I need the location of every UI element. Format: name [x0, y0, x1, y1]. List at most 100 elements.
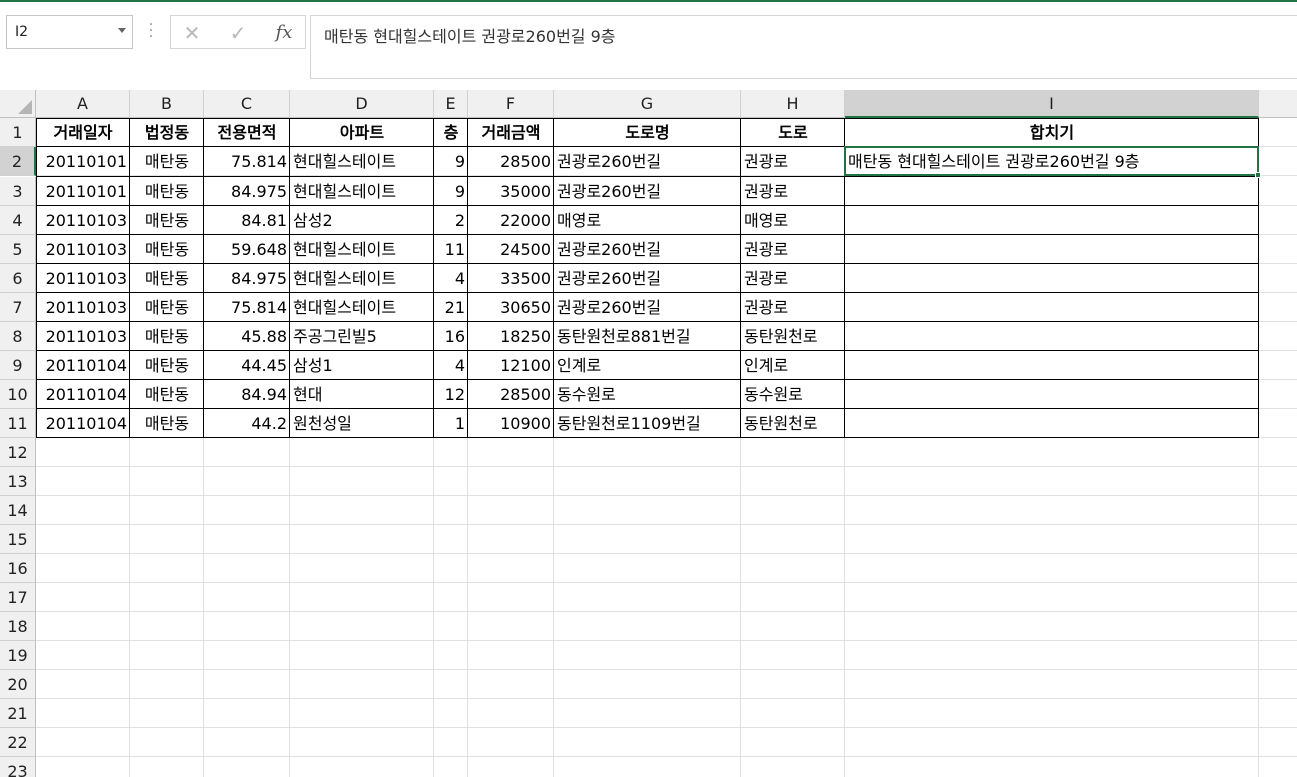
cell-d11[interactable]: 원천성일 — [290, 409, 434, 438]
cell-i6[interactable] — [845, 264, 1259, 293]
header-cell-a[interactable]: 거래일자 — [36, 118, 130, 147]
cell-c3[interactable]: 84.975 — [204, 177, 290, 206]
row-header-4[interactable]: 4 — [0, 206, 36, 235]
cell-area[interactable]: 거래일자 법정동 전용면적 아파트 층 거래금액 도로명 도로 합치기 20110101 매탄동 75… — [36, 118, 1297, 777]
cell-i10[interactable] — [845, 380, 1259, 409]
row-header-5[interactable]: 5 — [0, 235, 36, 264]
row-header-23[interactable]: 23 — [0, 757, 36, 777]
cell-h6[interactable]: 권광로 — [741, 264, 845, 293]
cell-c9[interactable]: 44.45 — [204, 351, 290, 380]
fill-handle[interactable] — [1255, 172, 1261, 178]
row-header-6[interactable]: 6 — [0, 264, 36, 293]
row-header-17[interactable]: 17 — [0, 583, 36, 612]
cell-i4[interactable] — [845, 206, 1259, 235]
cell-a7[interactable]: 20110103 — [36, 293, 130, 322]
row-header-3[interactable]: 3 — [0, 177, 36, 206]
cell-a6[interactable]: 20110103 — [36, 264, 130, 293]
header-cell-f[interactable]: 거래금액 — [468, 118, 554, 147]
cell-h9[interactable]: 인계로 — [741, 351, 845, 380]
cell-i9[interactable] — [845, 351, 1259, 380]
cell-c10[interactable]: 84.94 — [204, 380, 290, 409]
cell-b4[interactable]: 매탄동 — [130, 206, 204, 235]
cell-i8[interactable] — [845, 322, 1259, 351]
cell-h10[interactable]: 동수원로 — [741, 380, 845, 409]
cell-b3[interactable]: 매탄동 — [130, 177, 204, 206]
enter-check-icon[interactable]: ✓ — [223, 20, 253, 46]
cell-f7[interactable]: 30650 — [468, 293, 554, 322]
row-header-2[interactable]: 2 — [0, 147, 36, 176]
cell-a2[interactable]: 20110101 — [36, 147, 130, 176]
column-header-f[interactable]: F — [468, 90, 554, 118]
column-header-b[interactable]: B — [130, 90, 204, 118]
cell-a4[interactable]: 20110103 — [36, 206, 130, 235]
cell-e6[interactable]: 4 — [434, 264, 468, 293]
cell-h3[interactable]: 권광로 — [741, 177, 845, 206]
header-cell-c[interactable]: 전용면적 — [204, 118, 290, 147]
row-header-22[interactable]: 22 — [0, 728, 36, 757]
cell-d9[interactable]: 삼성1 — [290, 351, 434, 380]
row-header-15[interactable]: 15 — [0, 525, 36, 554]
cell-b10[interactable]: 매탄동 — [130, 380, 204, 409]
cell-i7[interactable] — [845, 293, 1259, 322]
cell-a9[interactable]: 20110104 — [36, 351, 130, 380]
cell-d5[interactable]: 현대힐스테이트 — [290, 235, 434, 264]
row-header-19[interactable]: 19 — [0, 641, 36, 670]
cell-d3[interactable]: 현대힐스테이트 — [290, 177, 434, 206]
cell-e9[interactable]: 4 — [434, 351, 468, 380]
header-cell-i[interactable]: 합치기 — [845, 118, 1259, 147]
cell-h4[interactable]: 매영로 — [741, 206, 845, 235]
chevron-down-icon[interactable] — [118, 28, 126, 33]
cell-c11[interactable]: 44.2 — [204, 409, 290, 438]
cell-f5[interactable]: 24500 — [468, 235, 554, 264]
cell-a8[interactable]: 20110103 — [36, 322, 130, 351]
row-header-1[interactable]: 1 — [0, 118, 36, 147]
cell-f2[interactable]: 28500 — [468, 147, 554, 176]
cell-f4[interactable]: 22000 — [468, 206, 554, 235]
cell-g6[interactable]: 권광로260번길 — [554, 264, 741, 293]
cell-a11[interactable]: 20110104 — [36, 409, 130, 438]
cell-i5[interactable] — [845, 235, 1259, 264]
cell-h7[interactable]: 권광로 — [741, 293, 845, 322]
cell-b6[interactable]: 매탄동 — [130, 264, 204, 293]
select-all-button[interactable] — [0, 90, 36, 118]
name-box[interactable]: I2 — [6, 15, 133, 49]
column-header-a[interactable]: A — [36, 90, 130, 118]
cell-f6[interactable]: 33500 — [468, 264, 554, 293]
column-header-i[interactable]: I — [845, 90, 1259, 118]
cell-b8[interactable]: 매탄동 — [130, 322, 204, 351]
cell-e3[interactable]: 9 — [434, 177, 468, 206]
cell-d2[interactable]: 현대힐스테이트 — [290, 147, 434, 176]
cell-f10[interactable]: 28500 — [468, 380, 554, 409]
cell-d6[interactable]: 현대힐스테이트 — [290, 264, 434, 293]
cell-e8[interactable]: 16 — [434, 322, 468, 351]
row-header-16[interactable]: 16 — [0, 554, 36, 583]
cell-c6[interactable]: 84.975 — [204, 264, 290, 293]
cell-e2[interactable]: 9 — [434, 147, 468, 176]
cell-b9[interactable]: 매탄동 — [130, 351, 204, 380]
cell-g2[interactable]: 권광로260번길 — [554, 147, 741, 176]
cell-f8[interactable]: 18250 — [468, 322, 554, 351]
row-header-14[interactable]: 14 — [0, 496, 36, 525]
cell-c5[interactable]: 59.648 — [204, 235, 290, 264]
cell-i3[interactable] — [845, 177, 1259, 206]
cell-c8[interactable]: 45.88 — [204, 322, 290, 351]
cell-f9[interactable]: 12100 — [468, 351, 554, 380]
cell-a5[interactable]: 20110103 — [36, 235, 130, 264]
header-cell-d[interactable]: 아파트 — [290, 118, 434, 147]
row-header-20[interactable]: 20 — [0, 670, 36, 699]
row-header-9[interactable]: 9 — [0, 351, 36, 380]
header-cell-b[interactable]: 법정동 — [130, 118, 204, 147]
row-header-21[interactable]: 21 — [0, 699, 36, 728]
cell-h2[interactable]: 권광로 — [741, 147, 845, 176]
cell-e4[interactable]: 2 — [434, 206, 468, 235]
cell-b5[interactable]: 매탄동 — [130, 235, 204, 264]
header-cell-g[interactable]: 도로명 — [554, 118, 741, 147]
cell-i2[interactable]: 매탄동 현대힐스테이트 권광로260번길 9층 — [845, 147, 1259, 176]
cell-c7[interactable]: 75.814 — [204, 293, 290, 322]
column-header-c[interactable]: C — [204, 90, 290, 118]
cancel-icon[interactable]: ✕ — [177, 20, 207, 46]
cell-d7[interactable]: 현대힐스테이트 — [290, 293, 434, 322]
formula-input[interactable]: 매탄동 현대힐스테이트 권광로260번길 9층 — [310, 15, 1297, 79]
cell-d4[interactable]: 삼성2 — [290, 206, 434, 235]
cell-g5[interactable]: 권광로260번길 — [554, 235, 741, 264]
